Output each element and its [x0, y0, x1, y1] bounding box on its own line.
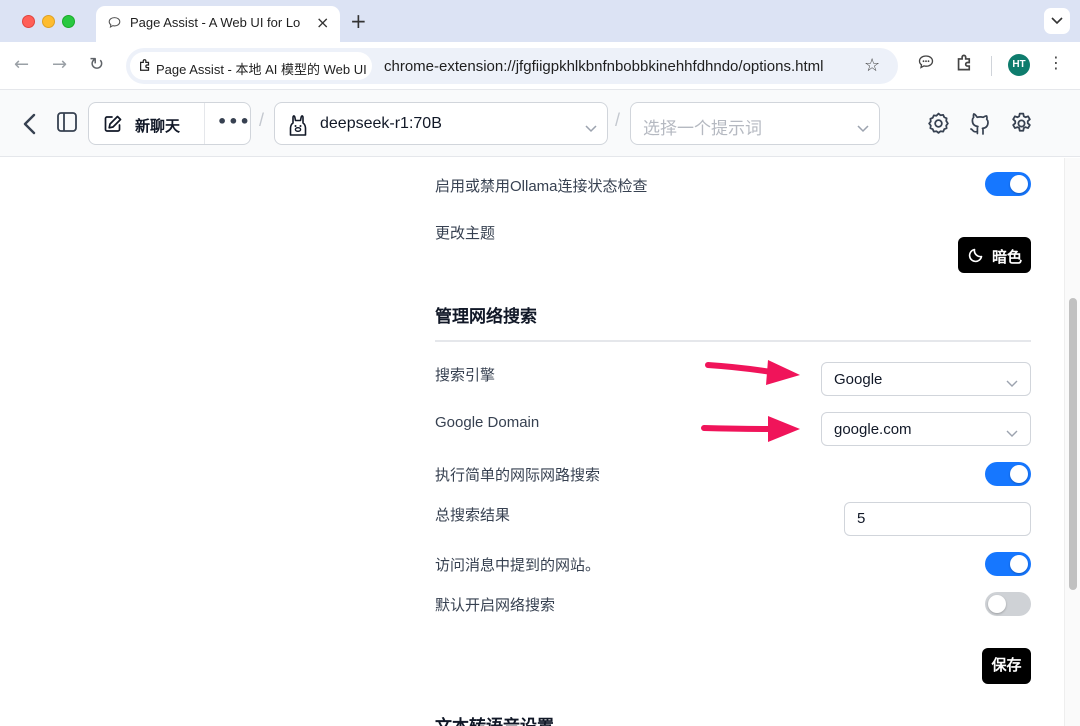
breadcrumb-separator: / — [615, 110, 621, 130]
search-engine-label: 搜索引擎 — [435, 367, 496, 384]
total-results-label: 总搜索结果 — [435, 507, 511, 524]
annotation-arrow-icon — [705, 360, 800, 385]
new-tab-button[interactable]: + — [350, 9, 367, 33]
toolbar-divider — [991, 56, 992, 76]
window-close-button[interactable] — [22, 15, 35, 28]
visit-sites-label: 访问消息中提到的网站。 — [435, 557, 601, 574]
save-button[interactable]: 保存 — [982, 648, 1031, 684]
tab-close-icon[interactable]: × — [316, 13, 329, 32]
extension-icon — [140, 59, 150, 71]
back-chevron-icon[interactable] — [20, 112, 38, 141]
app-header: 新聊天 ••• / deepseek-r1:70B / 选择一个提示词 — [0, 90, 1080, 157]
site-chip-label: Page Assist - 本地 AI 模型的 Web UI — [156, 62, 367, 77]
more-options-button[interactable]: ••• — [217, 112, 251, 131]
extensions-puzzle-icon[interactable] — [955, 53, 974, 77]
scrollbar-thumb[interactable] — [1069, 298, 1077, 590]
ollama-check-label: 启用或禁用Ollama连接状态检查 — [435, 178, 648, 195]
ollama-check-toggle[interactable] — [985, 172, 1031, 196]
model-select-value: deepseek-r1:70B — [320, 115, 442, 132]
google-domain-select[interactable]: google.com — [821, 412, 1031, 446]
total-results-input[interactable]: 5 — [844, 502, 1031, 536]
profile-avatar[interactable]: HT — [1008, 54, 1030, 76]
github-icon[interactable] — [968, 111, 992, 141]
model-select[interactable]: deepseek-r1:70B — [274, 102, 608, 145]
url-text[interactable]: chrome-extension://jfgfiigpkhlkbnfnbobbk… — [384, 58, 823, 75]
toggle-knob — [988, 595, 1006, 613]
divider — [204, 103, 205, 144]
visit-sites-toggle[interactable] — [985, 552, 1031, 576]
settings-gear-icon[interactable] — [1009, 111, 1034, 141]
chevron-down-icon — [1006, 425, 1018, 443]
new-chat-button[interactable]: 新聊天 ••• — [88, 102, 251, 145]
chevron-down-icon — [585, 120, 597, 138]
chevron-down-icon — [857, 120, 869, 138]
window-minimize-button[interactable] — [42, 15, 55, 28]
new-chat-label: 新聊天 — [135, 118, 181, 135]
tab-search-button[interactable] — [1044, 8, 1070, 34]
browser-tab-strip: Page Assist - A Web UI for Lo × + — [0, 0, 1080, 42]
forward-button[interactable]: → — [52, 55, 67, 75]
chat-bubble-icon — [108, 16, 121, 33]
settings-gear-outline-icon[interactable] — [926, 111, 951, 141]
simple-search-toggle[interactable] — [985, 462, 1031, 486]
site-info-chip[interactable]: Page Assist - 本地 AI 模型的 Web UI — [130, 52, 372, 80]
breadcrumb-separator: / — [259, 110, 265, 130]
google-domain-label: Google Domain — [435, 414, 540, 431]
theme-label: 更改主题 — [435, 225, 496, 242]
sidebar-toggle-icon[interactable] — [56, 111, 78, 138]
theme-button-label: 暗色 — [992, 249, 1023, 266]
reload-button[interactable]: ↻ — [89, 55, 104, 75]
annotation-arrow-icon — [701, 416, 800, 442]
address-bar[interactable]: Page Assist - 本地 AI 模型的 Web UI chrome-ex… — [126, 48, 898, 84]
tab-title: Page Assist - A Web UI for Lo — [130, 15, 301, 30]
browser-tab-active[interactable]: Page Assist - A Web UI for Lo × — [96, 6, 340, 42]
prompt-select[interactable]: 选择一个提示词 — [630, 102, 880, 145]
default-search-toggle[interactable] — [985, 592, 1031, 616]
chat-bubble-icon[interactable] — [918, 54, 934, 75]
moon-icon — [968, 247, 984, 268]
toggle-knob — [1010, 465, 1028, 483]
toggle-knob — [1010, 175, 1028, 193]
tts-section-title: 文本转语音设置 — [435, 712, 554, 726]
chevron-down-icon — [1051, 17, 1063, 25]
web-search-section-title: 管理网络搜索 — [435, 307, 537, 326]
edit-icon — [103, 114, 123, 139]
default-search-label: 默认开启网络搜索 — [435, 597, 556, 614]
prompt-select-placeholder: 选择一个提示词 — [643, 119, 762, 138]
toggle-knob — [1010, 555, 1028, 573]
window-zoom-button[interactable] — [62, 15, 75, 28]
search-engine-select[interactable]: Google — [821, 362, 1031, 396]
theme-toggle-button[interactable]: 暗色 — [958, 237, 1031, 273]
back-button[interactable]: ← — [14, 55, 29, 75]
search-engine-value: Google — [834, 371, 883, 388]
browser-toolbar: ← → ↻ Page Assist - 本地 AI 模型的 Web UI chr… — [0, 42, 1080, 90]
llama-icon — [287, 113, 309, 142]
browser-menu-icon[interactable]: ⋮ — [1048, 53, 1064, 72]
section-divider — [435, 340, 1031, 342]
simple-search-label: 执行简单的网际网路搜索 — [435, 467, 601, 484]
bookmark-star-icon[interactable]: ☆ — [864, 55, 880, 76]
chevron-down-icon — [1006, 375, 1018, 393]
google-domain-value: google.com — [834, 421, 912, 438]
